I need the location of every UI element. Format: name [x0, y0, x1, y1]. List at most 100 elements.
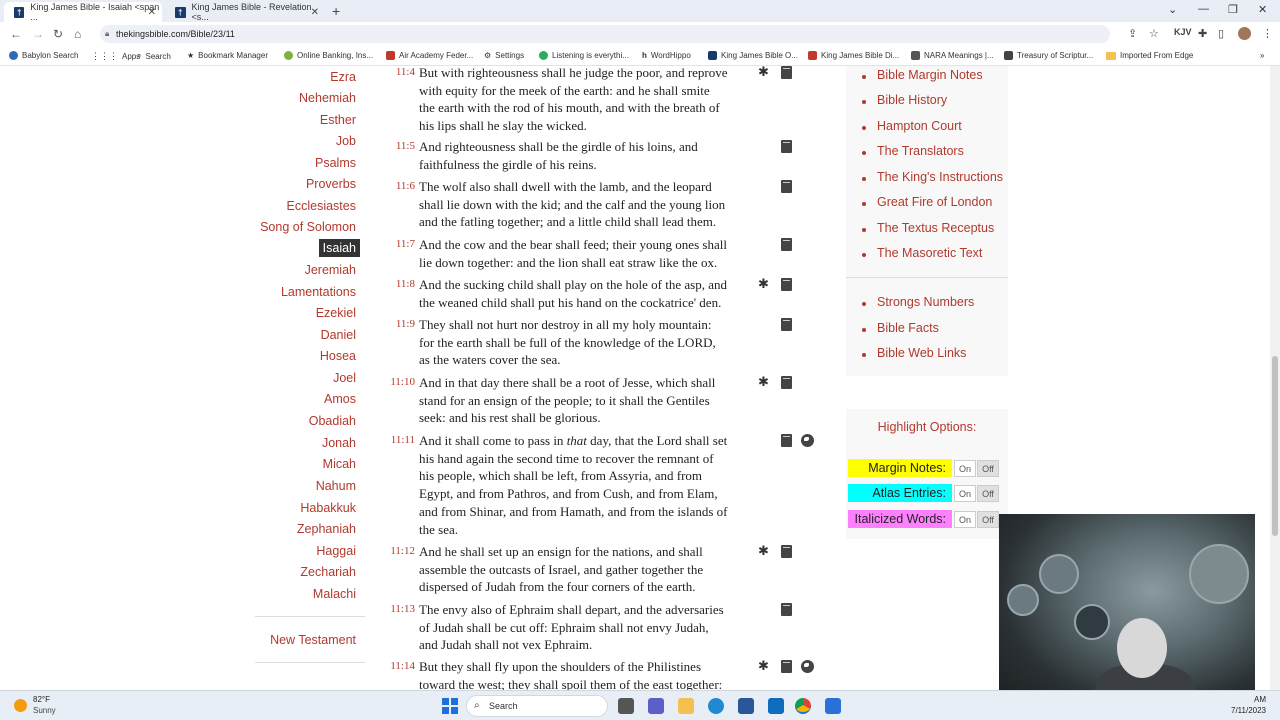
- sidebar-link[interactable]: Hampton Court: [877, 119, 962, 133]
- book-icon[interactable]: [781, 140, 792, 153]
- book-link-zephaniah[interactable]: Zephaniah: [297, 522, 356, 536]
- minimize-icon[interactable]: —: [1198, 3, 1209, 15]
- book-link-haggai[interactable]: Haggai: [316, 544, 356, 558]
- taskbar-search-input[interactable]: ⌕ Search: [466, 695, 608, 717]
- toggle-on-button[interactable]: On: [954, 460, 976, 477]
- book-icon[interactable]: [781, 278, 792, 291]
- globe-icon[interactable]: [801, 434, 814, 447]
- store-icon[interactable]: [738, 698, 754, 714]
- book-icon[interactable]: [781, 318, 792, 331]
- sidebar-link[interactable]: Great Fire of London: [877, 195, 992, 209]
- book-link-jonah[interactable]: Jonah: [322, 436, 356, 450]
- teams-chat-icon[interactable]: [648, 698, 664, 714]
- book-link-ezekiel[interactable]: Ezekiel: [316, 306, 356, 320]
- margin-note-asterisk-icon[interactable]: ✱: [758, 276, 769, 292]
- verse-number-link[interactable]: 11:10: [385, 376, 415, 388]
- bookmark-treasury[interactable]: Treasury of Scriptur...: [1004, 51, 1093, 60]
- menu-dots-icon[interactable]: ⋮: [1262, 27, 1273, 40]
- book-link-psalms[interactable]: Psalms: [315, 156, 356, 170]
- star-icon[interactable]: ☆: [1149, 27, 1159, 40]
- bookmark-imported-from-edge[interactable]: Imported From Edge: [1106, 51, 1193, 60]
- verse-number-link[interactable]: 11:8: [385, 278, 415, 290]
- book-icon[interactable]: [781, 545, 792, 558]
- book-link-joel[interactable]: Joel: [333, 371, 356, 385]
- margin-note-asterisk-icon[interactable]: ✱: [758, 543, 769, 559]
- verse-number-link[interactable]: 11:12: [385, 545, 415, 557]
- book-link-lamentations[interactable]: Lamentations: [281, 285, 356, 299]
- book-link-nehemiah[interactable]: Nehemiah: [299, 91, 356, 105]
- verse-number-link[interactable]: 11:5: [385, 140, 415, 152]
- verse-number-link[interactable]: 11:13: [385, 603, 415, 615]
- toggle-on-button[interactable]: On: [954, 485, 976, 502]
- book-icon[interactable]: [781, 376, 792, 389]
- tab-isaiah[interactable]: † King James Bible - Isaiah <span ... ✕: [4, 2, 162, 22]
- verse-number-link[interactable]: 11:14: [385, 660, 415, 672]
- restore-icon[interactable]: ❐: [1228, 3, 1238, 16]
- bookmark-kjb-dictionary[interactable]: King James Bible Di...: [808, 51, 899, 60]
- profile-avatar[interactable]: [1238, 27, 1251, 40]
- toggle-off-button[interactable]: Off: [977, 485, 999, 502]
- share-icon[interactable]: ⇪: [1128, 27, 1137, 40]
- new-testament-link[interactable]: New Testament: [270, 633, 356, 647]
- verse-number-link[interactable]: 11:4: [385, 66, 415, 78]
- bookmark-search[interactable]: ⌕ Search: [137, 51, 171, 61]
- home-icon[interactable]: ⌂: [74, 27, 81, 41]
- edge-icon[interactable]: [708, 698, 724, 714]
- verse-number-link[interactable]: 11:7: [385, 238, 415, 250]
- book-link-jeremiah[interactable]: Jeremiah: [305, 263, 356, 277]
- sidebar-link[interactable]: The Masoretic Text: [877, 246, 982, 260]
- margin-note-asterisk-icon[interactable]: ✱: [758, 66, 769, 80]
- new-tab-icon[interactable]: +: [332, 3, 340, 19]
- book-link-esther[interactable]: Esther: [320, 113, 356, 127]
- remote-desktop-icon[interactable]: [768, 698, 784, 714]
- forward-arrow-icon[interactable]: →: [32, 27, 44, 41]
- book-icon[interactable]: [781, 603, 792, 616]
- book-icon[interactable]: [781, 66, 792, 79]
- sidebar-link[interactable]: Bible Web Links: [877, 346, 966, 360]
- more-bookmarks-chevron-icon[interactable]: »: [1260, 51, 1264, 60]
- margin-note-asterisk-icon[interactable]: ✱: [758, 374, 769, 390]
- verse-number-link[interactable]: 11:6: [385, 180, 415, 192]
- bookmark-nara-meanings[interactable]: NARA Meanings |...: [911, 51, 994, 60]
- bookmark-bookmark-manager[interactable]: ★ Bookmark Manager: [187, 51, 268, 60]
- tab-revelation[interactable]: † King James Bible - Revelation <s... ✕: [165, 2, 325, 22]
- sidebar-link[interactable]: Strongs Numbers: [877, 295, 974, 309]
- task-view-icon[interactable]: [618, 698, 634, 714]
- book-link-zechariah[interactable]: Zechariah: [300, 565, 356, 579]
- toggle-off-button[interactable]: Off: [977, 460, 999, 477]
- book-icon[interactable]: [781, 238, 792, 251]
- sidebar-link[interactable]: The King's Instructions: [877, 170, 1003, 184]
- clipboard-app-icon[interactable]: [825, 698, 841, 714]
- sidebar-link[interactable]: The Translators: [877, 144, 964, 158]
- file-explorer-icon[interactable]: [678, 698, 694, 714]
- margin-note-asterisk-icon[interactable]: ✱: [758, 658, 769, 674]
- toggle-on-button[interactable]: On: [954, 511, 976, 528]
- close-window-icon[interactable]: ✕: [1258, 3, 1267, 16]
- book-link-habakkuk[interactable]: Habakkuk: [300, 501, 356, 515]
- scrollbar-thumb[interactable]: [1272, 356, 1278, 536]
- book-link-daniel[interactable]: Daniel: [321, 328, 356, 342]
- book-link-job[interactable]: Job: [336, 134, 356, 148]
- bookmark-kjb-online[interactable]: King James Bible O...: [708, 51, 798, 60]
- sidebar-link[interactable]: Bible History: [877, 93, 947, 107]
- book-icon[interactable]: [781, 180, 792, 193]
- book-icon[interactable]: [781, 434, 792, 447]
- page-scrollbar[interactable]: [1270, 66, 1280, 690]
- bookmark-air-academy[interactable]: Air Academy Feder...: [386, 51, 473, 60]
- book-link-nahum[interactable]: Nahum: [316, 479, 356, 493]
- book-link-hosea[interactable]: Hosea: [320, 349, 356, 363]
- sidebar-link[interactable]: Bible Facts: [877, 321, 939, 335]
- close-tab-icon[interactable]: ✕: [148, 7, 156, 18]
- windows-start-icon[interactable]: [442, 698, 458, 714]
- bookmark-settings[interactable]: ⚙ Settings: [484, 51, 524, 60]
- back-arrow-icon[interactable]: ←: [10, 27, 22, 41]
- close-tab-icon[interactable]: ✕: [311, 7, 319, 18]
- verse-number-link[interactable]: 11:11: [385, 434, 415, 446]
- book-link-ezra[interactable]: Ezra: [330, 70, 356, 84]
- bookmark-wordhippo[interactable]: h WordHippo: [642, 51, 691, 60]
- book-link-proverbs[interactable]: Proverbs: [306, 177, 356, 191]
- reload-icon[interactable]: ↻: [53, 27, 63, 41]
- chrome-icon[interactable]: [795, 698, 811, 714]
- book-link-isaiah[interactable]: Isaiah: [318, 239, 360, 257]
- globe-icon[interactable]: [801, 660, 814, 673]
